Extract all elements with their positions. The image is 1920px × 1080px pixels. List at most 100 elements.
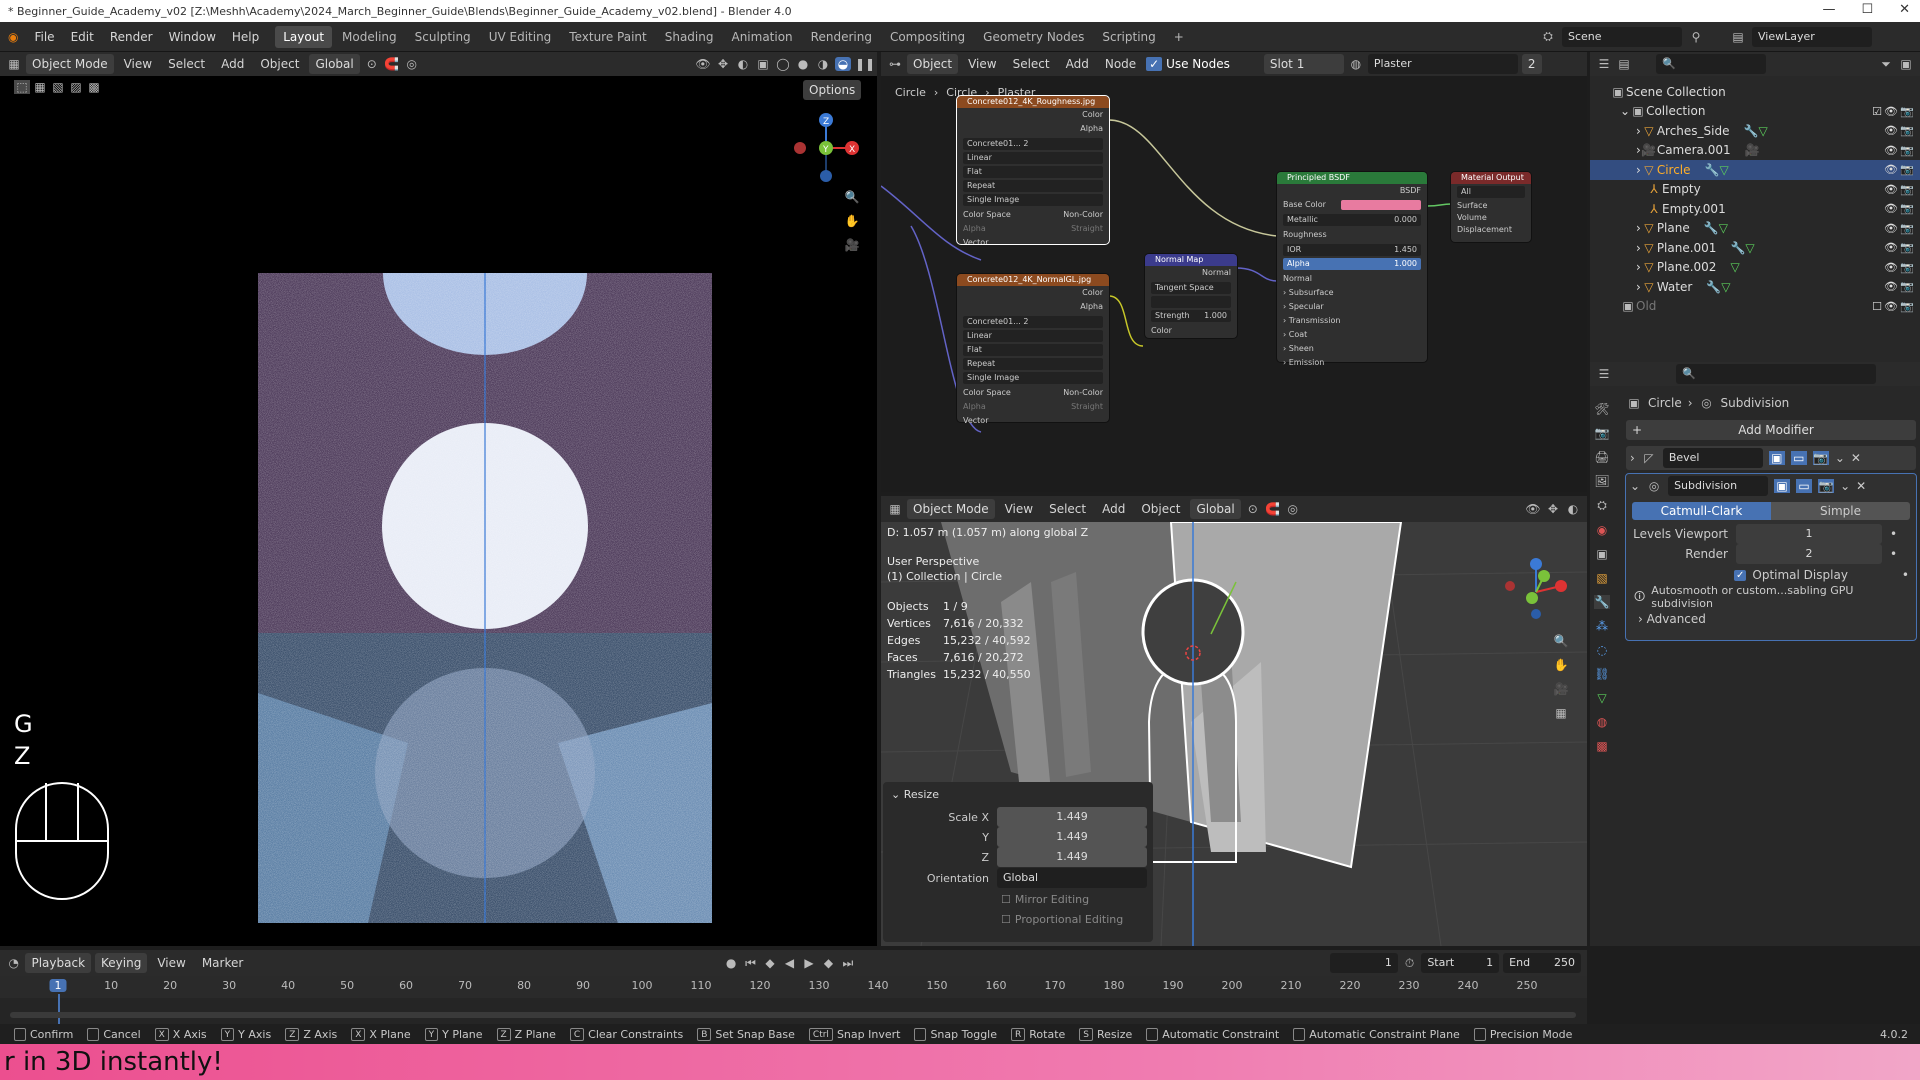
dropdown-icon[interactable]: ⌄ — [1835, 451, 1845, 465]
cs-value[interactable]: Non-Color — [1063, 208, 1103, 222]
menu-select[interactable]: Select — [1043, 502, 1092, 516]
orientation-dropdown[interactable]: Global — [1190, 499, 1241, 519]
material-tab-icon[interactable]: ◍ — [1594, 715, 1610, 729]
camera-render-icon[interactable]: 📷 — [1900, 105, 1914, 118]
outliner-type-icon[interactable]: ☰ — [1596, 57, 1612, 71]
subdivision-name-field[interactable]: Subdivision — [1668, 476, 1769, 496]
next-key-icon[interactable]: ◆ — [821, 956, 836, 970]
right-viewport[interactable]: D: 1.057 m (1.057 m) along global Z User… — [881, 522, 1587, 946]
mode-dropdown[interactable]: Object Mode — [907, 499, 995, 519]
interp-dropdown[interactable]: Linear — [963, 330, 1103, 342]
pan-hand-icon[interactable]: ✋ — [844, 214, 860, 228]
outliner-item-circle[interactable]: › ▽ Circle 🔧 ▽ 👁 📷 — [1590, 160, 1920, 180]
orientation-dropdown[interactable]: Global — [309, 54, 360, 74]
pan-hand-icon[interactable]: ✋ — [1553, 658, 1569, 672]
panel-sheen[interactable]: › Sheen — [1277, 342, 1427, 356]
tool-tab-icon[interactable]: 🛠 — [1594, 402, 1610, 416]
camera-render-icon[interactable]: 📷 — [1900, 222, 1914, 235]
left-viewport[interactable]: ⬚ ▦ ▧ ▨ ▩ Options Z X Y 🔍 ✋ 🎥 G Z — [0, 76, 877, 946]
start-frame-field[interactable]: Start 1 — [1421, 953, 1500, 973]
menu-view[interactable]: View — [999, 502, 1039, 516]
eye-icon[interactable]: 👁 — [1884, 144, 1898, 157]
timeline-menu-marker[interactable]: Marker — [196, 956, 249, 970]
keyframe-icon[interactable]: • — [1902, 568, 1909, 582]
image-texture-node-normal[interactable]: Concrete012_4K_NormalGL.jpg Color Alpha … — [957, 274, 1109, 425]
collapse-icon[interactable]: ⌄ — [1630, 479, 1640, 493]
source-dropdown[interactable]: Single Image — [963, 194, 1103, 206]
select-box-icon[interactable]: ⬚ — [14, 80, 30, 94]
tab-shading[interactable]: Shading — [657, 26, 722, 48]
node-menu-view[interactable]: View — [962, 57, 1002, 71]
tab-modeling[interactable]: Modeling — [334, 26, 405, 48]
menu-edit[interactable]: Edit — [63, 22, 102, 52]
display-mode-icon[interactable]: ▤ — [1616, 57, 1632, 71]
output-tab-icon[interactable]: 🖨 — [1594, 450, 1610, 464]
zoom-icon[interactable]: 🔍 — [844, 190, 860, 204]
catmull-clark-button[interactable]: Catmull-Clark — [1632, 502, 1771, 520]
record-icon[interactable]: ● — [723, 956, 738, 970]
tab-sculpting[interactable]: Sculpting — [407, 26, 479, 48]
proportional-icon[interactable]: ◎ — [404, 57, 420, 71]
ior-field[interactable]: IOR 1.450 — [1283, 244, 1421, 256]
panel-emission[interactable]: › Emission — [1277, 356, 1427, 370]
use-nodes-checkbox[interactable]: ✓ Use Nodes — [1146, 57, 1230, 71]
material-users[interactable]: 2 — [1521, 54, 1542, 74]
camera-render-icon[interactable]: 📷 — [1900, 183, 1914, 196]
eye-icon[interactable]: 👁 — [1884, 183, 1898, 196]
particles-tab-icon[interactable]: ⁂ — [1594, 619, 1610, 633]
scene-tab-icon[interactable]: ⛭ — [1594, 498, 1610, 513]
outliner-item-plane[interactable]: › ▽ Plane 🔧 ▽ 👁 📷 — [1590, 219, 1920, 239]
gizmo-icon[interactable]: ✥ — [715, 57, 731, 71]
overlay-icon[interactable]: ◐ — [735, 57, 751, 71]
timeline-type-icon[interactable]: ◔ — [6, 956, 21, 970]
viewport-toggle-icon[interactable]: ▭ — [1796, 479, 1813, 493]
pivot-icon[interactable]: ⊙ — [364, 57, 380, 71]
tab-geometry-nodes[interactable]: Geometry Nodes — [975, 26, 1092, 48]
proportional-editing-checkbox[interactable]: ☐ Proportional Editing — [883, 909, 1153, 929]
material-output-node[interactable]: Material Output All Surface Volume Displ… — [1451, 172, 1531, 242]
principled-bsdf-node[interactable]: Principled BSDF BSDF Base Color Metallic… — [1277, 172, 1427, 367]
image-field[interactable]: Concrete01... 2 — [963, 316, 1103, 328]
eye-icon[interactable]: 👁 — [1884, 241, 1898, 254]
outliner-item-plane-001[interactable]: › ▽ Plane.001 🔧 ▽ 👁 📷 — [1590, 238, 1920, 258]
tab-uv-editing[interactable]: UV Editing — [481, 26, 560, 48]
outliner-item-arches-side[interactable]: › ▽ Arches_Side 🔧 ▽ 👁 📷 — [1590, 121, 1920, 141]
uv-dropdown[interactable] — [1151, 296, 1231, 308]
eye-icon[interactable]: 👁 — [1884, 280, 1898, 293]
eye-icon[interactable]: 👁 — [1884, 300, 1898, 313]
editor-type-icon[interactable]: ▦ — [6, 57, 22, 71]
dropdown-icon[interactable]: ⌄ — [1840, 479, 1850, 493]
normal-map-node[interactable]: Normal Map Normal Tangent Space Strength… — [1145, 254, 1237, 338]
timeline-ruler[interactable]: 1 10 20 30 40 50 60 70 80 90 100 110 120 130 140 150 160… — [0, 976, 1587, 1024]
space-dropdown[interactable]: Tangent Space — [1151, 282, 1231, 294]
play-reverse-icon[interactable]: ◀ — [782, 956, 797, 970]
camera-render-icon[interactable]: 📷 — [1900, 280, 1914, 293]
minimize-icon[interactable]: — — [1822, 2, 1835, 17]
properties-type-icon[interactable]: ☰ — [1596, 367, 1612, 381]
world-tab-icon[interactable]: ◉ — [1594, 523, 1610, 537]
menu-window[interactable]: Window — [161, 22, 224, 52]
node-editor[interactable]: Circle › Circle › Plaster Concrete012_4K_R… — [881, 76, 1587, 492]
levels-viewport-field[interactable]: 1 — [1736, 524, 1882, 544]
panel-coat[interactable]: › Coat — [1277, 328, 1427, 342]
playback-dropdown[interactable]: Playback — [25, 953, 92, 973]
render-toggle-icon[interactable]: 📷 — [1812, 451, 1829, 465]
properties-search[interactable]: 🔍 — [1676, 364, 1876, 384]
blender-logo-icon[interactable]: ◉ — [0, 22, 26, 52]
data-tab-icon[interactable]: ▽ — [1594, 691, 1610, 705]
eye-icon[interactable]: 👁 — [1884, 261, 1898, 274]
tab-rendering[interactable]: Rendering — [803, 26, 880, 48]
proportional-icon[interactable]: ◎ — [1285, 502, 1301, 516]
clock-icon[interactable]: ⏱ — [1402, 956, 1417, 971]
outliner-item-water[interactable]: › ▽ Water 🔧 ▽ 👁 📷 — [1590, 277, 1920, 297]
base-color-swatch[interactable] — [1341, 200, 1421, 210]
keying-dropdown[interactable]: Keying — [95, 953, 148, 973]
filter-icon[interactable]: ⏷ — [1878, 57, 1894, 72]
maximize-icon[interactable]: ☐ — [1861, 2, 1873, 17]
pin-icon[interactable]: ⚲ — [1688, 30, 1704, 44]
tab-texture-paint[interactable]: Texture Paint — [561, 26, 654, 48]
simple-button[interactable]: Simple — [1771, 502, 1910, 520]
camera-view-icon[interactable]: 🎥 — [1553, 682, 1569, 696]
alpha-field[interactable]: Alpha 1.000 — [1283, 258, 1421, 270]
physics-tab-icon[interactable]: ◌ — [1594, 643, 1610, 657]
